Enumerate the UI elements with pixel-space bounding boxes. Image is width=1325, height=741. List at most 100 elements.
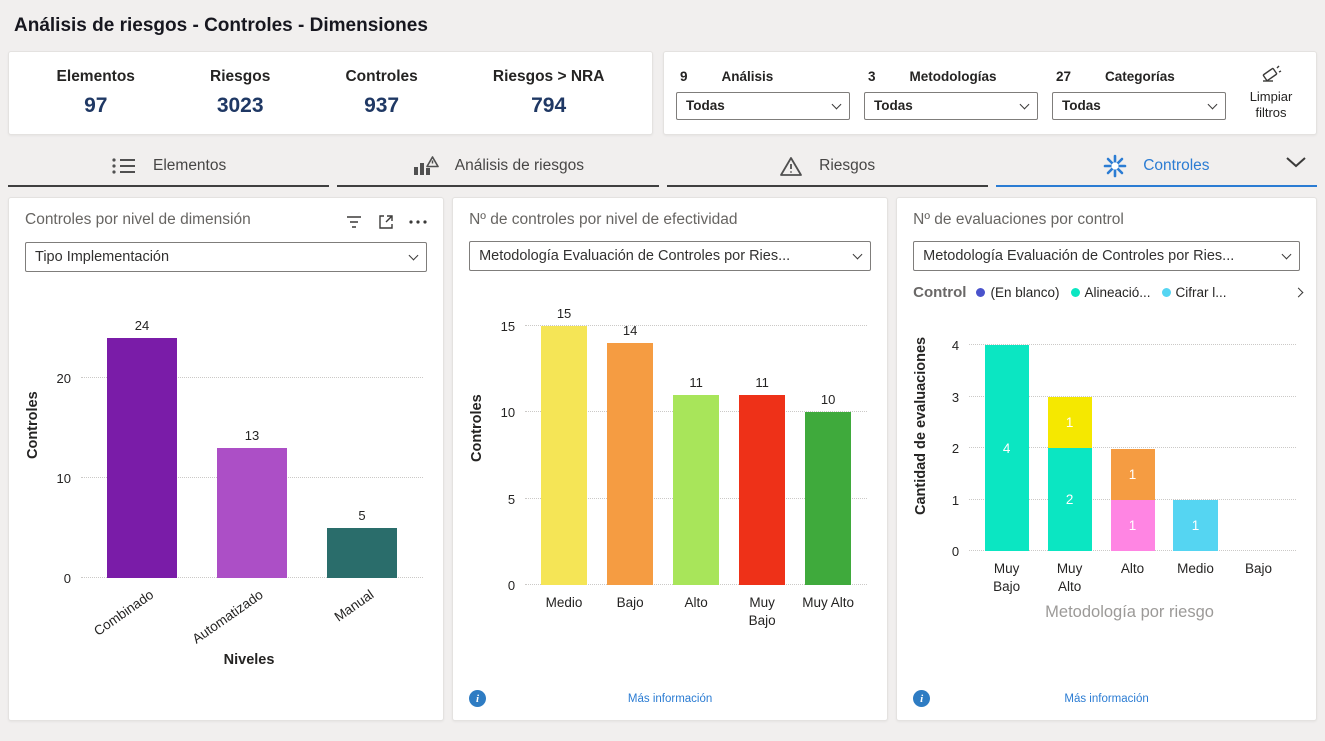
legend-title: Control bbox=[913, 284, 966, 301]
bars-row: 15Medio14Bajo11Alto11Muy Bajo10Muy Alto bbox=[525, 305, 867, 585]
dropdown-value: Todas bbox=[686, 98, 825, 113]
bar[interactable]: 11 bbox=[1111, 449, 1155, 551]
filter-label: Metodologías bbox=[910, 69, 997, 84]
legend: Control (En blanco) Alineació... Cifrar l.… bbox=[897, 271, 1316, 301]
clear-filters-button[interactable]: Limpiar filtros bbox=[1238, 65, 1304, 122]
bar[interactable] bbox=[327, 528, 397, 578]
y-tick-label: 1 bbox=[933, 493, 959, 508]
eraser-icon bbox=[1260, 71, 1282, 86]
legend-dot bbox=[1071, 288, 1080, 297]
filter-dropdown-categorias[interactable]: Todas bbox=[1052, 92, 1226, 120]
kpi-value: 97 bbox=[57, 94, 135, 118]
chevron-down-icon bbox=[1282, 250, 1292, 260]
bar-segment bbox=[541, 326, 587, 585]
bar-segment bbox=[607, 343, 653, 585]
metodologia-dropdown[interactable]: Metodología Evaluación de Controles por … bbox=[913, 241, 1300, 271]
legend-item--en-blanco-[interactable]: (En blanco) bbox=[976, 285, 1059, 300]
bar[interactable] bbox=[805, 412, 851, 585]
filter-dropdown-analisis[interactable]: Todas bbox=[676, 92, 850, 120]
chevron-down-icon bbox=[1208, 99, 1218, 109]
chart-header: Nº de evaluaciones por control bbox=[897, 198, 1316, 231]
chart-card-evaluaciones-por-control: Nº de evaluaciones por control Metodolog… bbox=[896, 197, 1317, 721]
more-info-link[interactable]: Más información bbox=[930, 693, 1283, 705]
metodologia-dropdown[interactable]: Metodología Evaluación de Controles por … bbox=[469, 241, 871, 271]
dropdown-value: Todas bbox=[1062, 98, 1201, 113]
tab-bar: ElementosAnálisis de riesgosRiesgosContr… bbox=[8, 147, 1317, 187]
chart-title: Nº de controles por nivel de efectividad bbox=[469, 211, 737, 229]
filter-dropdown-metodologias[interactable]: Todas bbox=[864, 92, 1038, 120]
filter-label: Análisis bbox=[722, 69, 774, 84]
bar[interactable] bbox=[541, 326, 587, 585]
legend-dot bbox=[976, 288, 985, 297]
x-category-label: Medio bbox=[537, 594, 591, 612]
bars-row: 4Muy Bajo21Muy Alto11Alto1MedioBajo bbox=[969, 327, 1296, 551]
tab-analisis-de-riesgos[interactable]: Análisis de riesgos bbox=[337, 147, 658, 187]
x-category-label: Combinado bbox=[90, 586, 157, 640]
filter-head: 3Metodologías bbox=[864, 67, 1038, 92]
x-category-label: Bajo bbox=[1233, 560, 1284, 578]
legend-item-alineacio-[interactable]: Alineació... bbox=[1071, 285, 1151, 300]
chevron-down-icon bbox=[1020, 99, 1030, 109]
expand-icon[interactable] bbox=[378, 214, 394, 230]
bar[interactable] bbox=[107, 338, 177, 578]
info-icon[interactable]: i bbox=[469, 690, 486, 707]
more-info-link[interactable]: Más información bbox=[486, 693, 854, 705]
clear-filters-label: Limpiar filtros bbox=[1238, 89, 1304, 122]
bar-chart-efectividad: Controles05101515Medio14Bajo11Alto11Muy … bbox=[453, 271, 887, 585]
tab-riesgos[interactable]: Riesgos bbox=[667, 147, 988, 187]
bar[interactable] bbox=[607, 343, 653, 585]
filter-label: Categorías bbox=[1105, 69, 1175, 84]
kpi-label: Controles bbox=[345, 68, 417, 86]
bar-slot: Bajo bbox=[1227, 327, 1290, 551]
tab-elementos[interactable]: Elementos bbox=[8, 147, 329, 187]
kpi-item: Elementos97 bbox=[57, 68, 135, 118]
kpi-item: Riesgos3023 bbox=[210, 68, 270, 118]
y-tick-label: 15 bbox=[489, 319, 515, 334]
bar-value-label: 15 bbox=[531, 306, 597, 321]
y-tick-label: 5 bbox=[489, 492, 515, 507]
y-tick-label: 0 bbox=[489, 578, 515, 593]
x-category-label: Bajo bbox=[603, 594, 657, 612]
bar[interactable]: 21 bbox=[1048, 397, 1092, 551]
bar-slot: 11Alto bbox=[1101, 327, 1164, 551]
bar-slot: 24Combinado bbox=[87, 318, 197, 578]
bar-slot: 10Muy Alto bbox=[795, 305, 861, 585]
bar[interactable] bbox=[217, 448, 287, 578]
filter-icon[interactable] bbox=[345, 215, 363, 229]
filter-count: 27 bbox=[1056, 69, 1071, 84]
bar[interactable] bbox=[673, 395, 719, 585]
dropdown-value: Metodología Evaluación de Controles por … bbox=[479, 248, 846, 264]
legend-label: Cifrar l... bbox=[1176, 285, 1227, 300]
bar-value-label: 11 bbox=[663, 375, 729, 390]
bars-row: 24Combinado13Automatizado5Manual bbox=[81, 318, 423, 578]
bar-chart-dimension-levels: Controles0102024Combinado13Automatizado5… bbox=[9, 272, 443, 578]
y-axis-title: Controles bbox=[23, 272, 43, 578]
kpi-value: 937 bbox=[345, 94, 417, 118]
bar-segment: 4 bbox=[985, 345, 1029, 551]
bar-segment bbox=[805, 412, 851, 585]
charts-row: Controles por nivel de dimensión Tipo Im… bbox=[8, 197, 1317, 721]
tab-controles[interactable]: Controles bbox=[996, 147, 1317, 187]
bar-value-label: 24 bbox=[87, 318, 197, 333]
plot-area: 012344Muy Bajo21Muy Alto11Alto1MedioBajo bbox=[969, 327, 1296, 551]
y-tick-label: 10 bbox=[45, 471, 71, 486]
bar[interactable]: 4 bbox=[985, 345, 1029, 551]
x-category-label: Muy Bajo bbox=[981, 560, 1032, 595]
dimension-type-dropdown[interactable]: Tipo Implementación bbox=[25, 242, 427, 272]
bar-slot: 1Medio bbox=[1164, 327, 1227, 551]
info-icon[interactable]: i bbox=[913, 690, 930, 707]
bar-slot: 15Medio bbox=[531, 305, 597, 585]
chevron-right-icon[interactable] bbox=[1294, 288, 1304, 298]
bar[interactable] bbox=[739, 395, 785, 585]
kpi-label: Riesgos > NRA bbox=[493, 68, 605, 86]
bar-value-label: 10 bbox=[795, 392, 861, 407]
y-tick-label: 3 bbox=[933, 390, 959, 405]
y-tick-label: 0 bbox=[933, 544, 959, 559]
legend-item-cifrar-l-[interactable]: Cifrar l... bbox=[1162, 285, 1227, 300]
chart-card-controles-por-dimension: Controles por nivel de dimensión Tipo Im… bbox=[8, 197, 444, 721]
chevron-down-icon bbox=[832, 99, 842, 109]
bar[interactable]: 1 bbox=[1173, 500, 1217, 551]
chevron-down-icon[interactable] bbox=[1285, 156, 1307, 168]
x-category-label: Muy Alto bbox=[1044, 560, 1095, 595]
more-options-icon[interactable] bbox=[409, 220, 427, 224]
